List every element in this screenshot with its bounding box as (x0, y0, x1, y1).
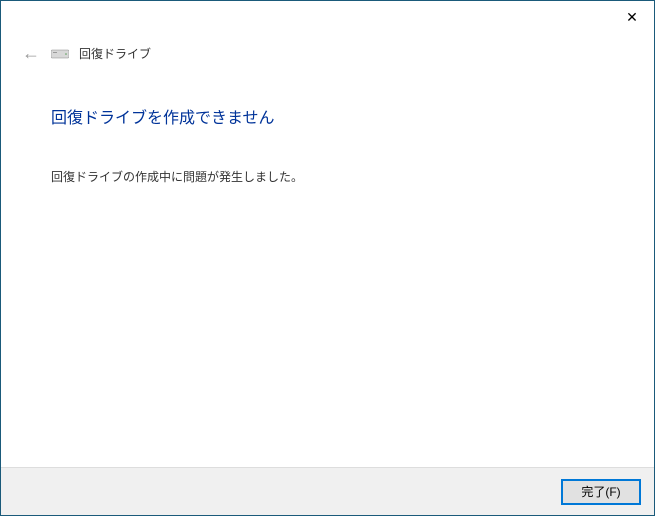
finish-button[interactable]: 完了(F) (562, 480, 640, 504)
wizard-header: ← 回復ドライブ (1, 31, 654, 64)
content-area: 回復ドライブを作成できません 回復ドライブの作成中に問題が発生しました。 (1, 64, 654, 185)
titlebar: ✕ (1, 1, 654, 31)
back-button[interactable]: ← (21, 43, 41, 64)
footer-bar: 完了(F) (1, 467, 654, 515)
back-arrow-icon: ← (22, 43, 40, 64)
wizard-title: 回復ドライブ (79, 45, 151, 62)
close-button[interactable]: ✕ (622, 7, 642, 27)
page-heading: 回復ドライブを作成できません (51, 104, 604, 128)
drive-icon (51, 48, 69, 60)
close-icon: ✕ (626, 9, 638, 26)
error-message: 回復ドライブの作成中に問題が発生しました。 (51, 168, 604, 185)
